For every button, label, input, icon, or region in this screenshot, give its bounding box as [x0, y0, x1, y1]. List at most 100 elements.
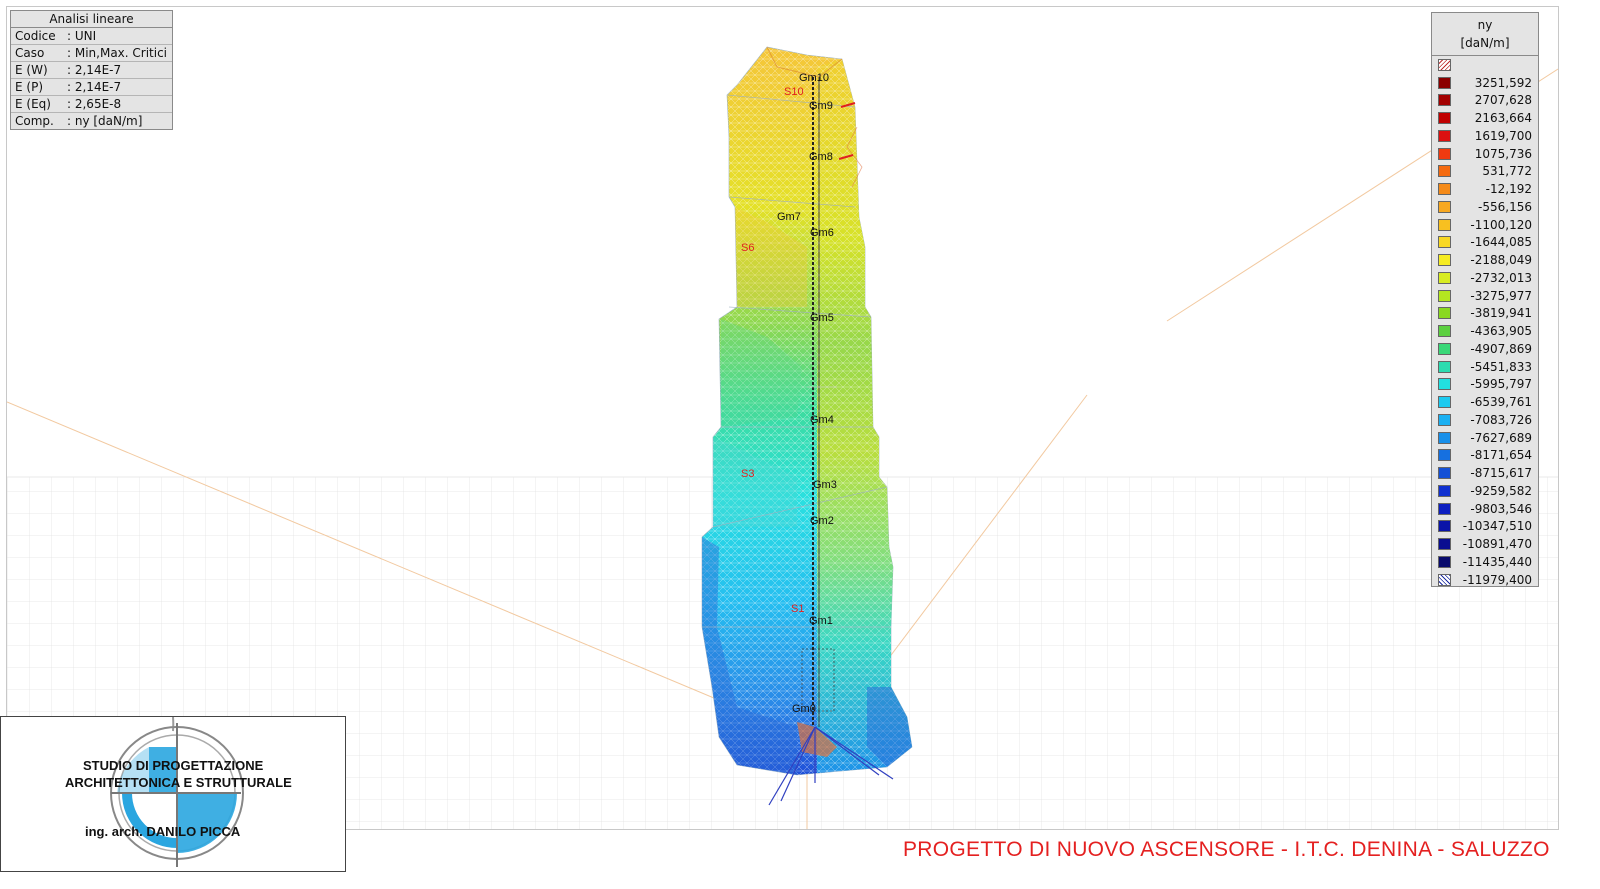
- legend-value: -3819,941: [1470, 306, 1532, 321]
- legend-swatch: [1438, 147, 1451, 160]
- info-row-case: Caso : Min,Max. Critici: [11, 45, 172, 62]
- legend-swatch: [1438, 112, 1451, 125]
- legend-row: -8171,654: [1432, 447, 1538, 465]
- logo-text-architecture: ARCHITETTONICA E STRUTTURALE: [65, 775, 292, 790]
- legend-value: -11435,440: [1462, 554, 1532, 569]
- model-viewport[interactable]: Gm10 Gm9 Gm8 Gm7 Gm6 Gm5 Gm4 Gm3 Gm2 Gm1…: [6, 6, 1559, 830]
- info-row-eeq: E (Eq) : 2,65E-8: [11, 96, 172, 113]
- legend-row: 3251,592: [1432, 74, 1538, 92]
- legend-swatch: [1438, 200, 1451, 213]
- legend-row: -4363,905: [1432, 322, 1538, 340]
- studio-logo-box: STUDIO DI PROGETTAZIONE ARCHITETTONICA E…: [0, 716, 346, 872]
- legend-row: 2707,628: [1432, 92, 1538, 110]
- info-value: : 2,14E-7: [67, 63, 122, 77]
- legend-value: -8171,654: [1470, 448, 1532, 463]
- info-value: : ny [daN/m]: [67, 114, 143, 128]
- legend-value: -7627,689: [1470, 430, 1532, 445]
- node-label-gm10[interactable]: Gm10: [799, 72, 829, 84]
- legend-swatch: [1438, 502, 1451, 515]
- legend-swatch: [1438, 538, 1451, 551]
- tower-mesh[interactable]: [701, 46, 913, 776]
- legend-swatch: [1438, 396, 1451, 409]
- info-key: E (Eq): [15, 97, 51, 111]
- legend-row-overflow: [1432, 56, 1538, 74]
- legend-value: -11979,400: [1462, 572, 1532, 587]
- analysis-info-panel: Analisi lineare Codice : UNI Caso : Min,…: [10, 10, 173, 130]
- legend-row: -12,192: [1432, 180, 1538, 198]
- info-key: E (P): [15, 80, 43, 94]
- info-key: Caso: [15, 46, 45, 60]
- legend-value: -4363,905: [1470, 324, 1532, 339]
- legend-value: -2732,013: [1470, 270, 1532, 285]
- studio-logo-mark: [110, 717, 244, 867]
- legend-value: -12,192: [1485, 182, 1532, 197]
- node-label-gm4[interactable]: Gm4: [810, 414, 834, 426]
- node-label-gm2[interactable]: Gm2: [810, 515, 834, 527]
- legend-value: 3251,592: [1474, 75, 1532, 90]
- legend-row: -1644,085: [1432, 234, 1538, 252]
- legend-value: -7083,726: [1470, 412, 1532, 427]
- legend-swatch: [1438, 183, 1451, 196]
- legend-row: -9259,582: [1432, 482, 1538, 500]
- legend-value: -5451,833: [1470, 359, 1532, 374]
- node-label-gm1[interactable]: Gm1: [809, 615, 833, 627]
- legend-row: 2163,664: [1432, 109, 1538, 127]
- legend-swatch: [1438, 555, 1451, 568]
- underflow-hatch-icon: [1438, 573, 1451, 586]
- legend-swatch: [1438, 413, 1451, 426]
- structural-model-view[interactable]: Gm10 Gm9 Gm8 Gm7 Gm6 Gm5 Gm4 Gm3 Gm2 Gm1…: [7, 7, 1558, 829]
- node-label-gm3[interactable]: Gm3: [813, 479, 837, 491]
- section-label-s6[interactable]: S6: [741, 242, 754, 254]
- node-label-gm0[interactable]: Gm0: [792, 703, 816, 715]
- legend-swatch: [1438, 218, 1451, 231]
- legend-swatch: [1438, 378, 1451, 391]
- legend-swatch: [1438, 254, 1451, 267]
- legend-row: -3275,977: [1432, 287, 1538, 305]
- legend-swatch: [1438, 520, 1451, 533]
- node-label-gm7[interactable]: Gm7: [777, 211, 801, 223]
- legend-row: -2732,013: [1432, 269, 1538, 287]
- legend-value: -8715,617: [1470, 466, 1532, 481]
- info-value: : 2,65E-8: [67, 97, 122, 111]
- legend-row: -10347,510: [1432, 518, 1538, 536]
- legend-swatch: [1438, 289, 1451, 302]
- legend-unit: [daN/m]: [1460, 36, 1510, 50]
- node-label-gm5[interactable]: Gm5: [810, 312, 834, 324]
- legend-row: 531,772: [1432, 163, 1538, 181]
- section-label-s1[interactable]: S1: [791, 603, 804, 615]
- legend-swatch: [1438, 165, 1451, 178]
- node-label-gm8[interactable]: Gm8: [809, 151, 833, 163]
- info-key: Codice: [15, 29, 56, 43]
- info-panel-title: Analisi lineare: [11, 11, 172, 28]
- legend-row: -11979,400: [1432, 571, 1538, 589]
- legend-swatch: [1438, 467, 1451, 480]
- legend-row: -2188,049: [1432, 251, 1538, 269]
- legend-swatch: [1438, 431, 1451, 444]
- legend-swatch: [1438, 360, 1451, 373]
- legend-value: -10347,510: [1462, 519, 1532, 534]
- legend-row: -6539,761: [1432, 393, 1538, 411]
- legend-value: 2163,664: [1474, 111, 1532, 126]
- legend-swatch: [1438, 129, 1451, 142]
- legend-title: ny: [1477, 18, 1493, 32]
- legend-row: -1100,120: [1432, 216, 1538, 234]
- legend-swatch: [1438, 307, 1451, 320]
- node-label-gm9[interactable]: Gm9: [809, 100, 833, 112]
- logo-text-studio: STUDIO DI PROGETTAZIONE: [83, 758, 264, 773]
- legend-header: ny [daN/m]: [1432, 13, 1538, 56]
- info-value: : Min,Max. Critici: [67, 46, 168, 60]
- section-label-s10[interactable]: S10: [784, 86, 804, 98]
- info-value: : 2,14E-7: [67, 80, 122, 94]
- color-scale-legend: ny [daN/m] 3251,592 2707,628 2163,664 1619,…: [1431, 12, 1539, 587]
- info-row-ep: E (P) : 2,14E-7: [11, 79, 172, 96]
- legend-value: -1644,085: [1470, 235, 1532, 250]
- section-label-s3[interactable]: S3: [741, 468, 754, 480]
- legend-row: -8715,617: [1432, 464, 1538, 482]
- legend-swatch: [1438, 76, 1451, 89]
- legend-swatch: [1438, 236, 1451, 249]
- legend-swatch: [1438, 484, 1451, 497]
- info-row-code: Codice : UNI: [11, 28, 172, 45]
- legend-value: -1100,120: [1470, 217, 1532, 232]
- node-label-gm6[interactable]: Gm6: [810, 227, 834, 239]
- info-key: E (W): [15, 63, 48, 77]
